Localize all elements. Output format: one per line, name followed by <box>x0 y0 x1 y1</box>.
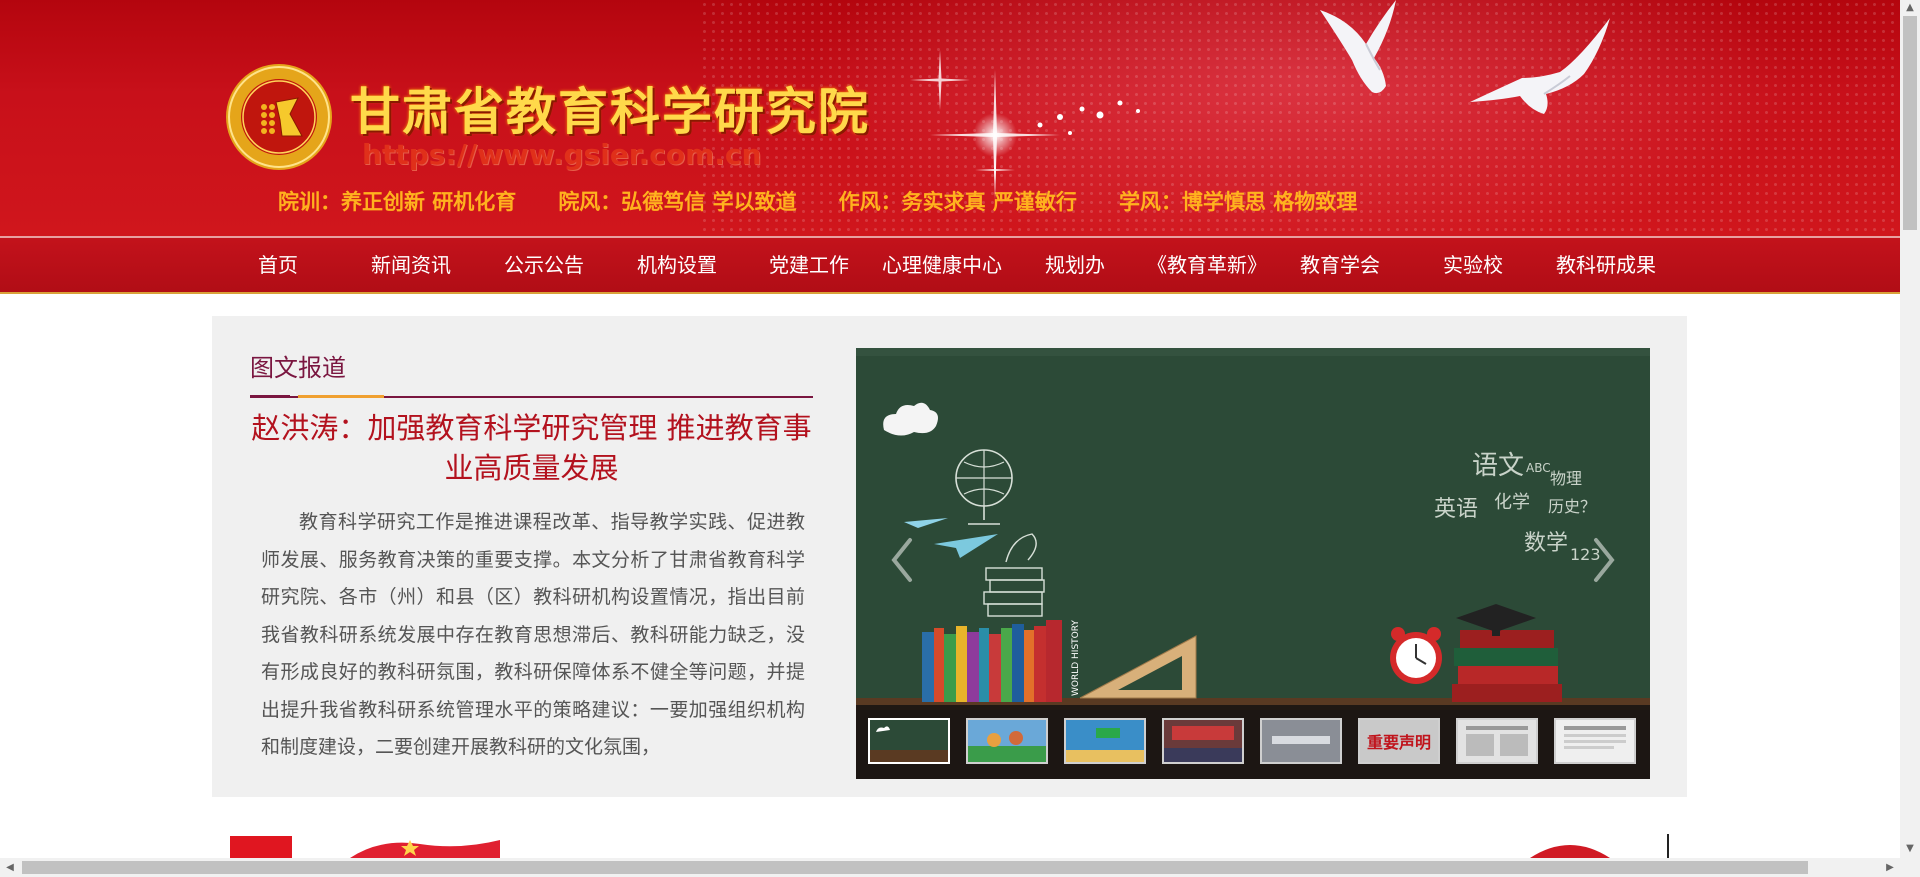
main-nav: 首页 新闻资讯 公示公告 机构设置 党建工作 心理健康中心 规划办 《教育革新》… <box>0 236 1900 294</box>
slide-word: 语文 <box>1472 451 1524 481</box>
flag-decoration-icon <box>350 840 500 858</box>
slider-thumbnail[interactable] <box>1554 718 1636 764</box>
slide-word: 物理 <box>1550 469 1582 488</box>
image-slider[interactable]: 语文 英语 化学 数学 历史？ 物理 123 ABC WORLD HISTORY <box>856 348 1650 779</box>
slider-thumbnail[interactable] <box>966 718 1048 764</box>
motto-yuanfeng: 院风：弘德笃信 学以致道 <box>558 190 797 214</box>
nav-notices[interactable]: 公示公告 <box>478 238 610 292</box>
section-title[interactable]: 图文报道 <box>250 348 346 383</box>
motto-row: 院训：养正创新 研机化育 院风：弘德笃信 学以致道 作风：务实求真 严谨敏行 学… <box>278 186 1357 216</box>
site-url: https://www.gsier.com.cn <box>362 138 762 171</box>
nav-research-results[interactable]: 教科研成果 <box>1540 238 1672 292</box>
slide-word: 历史？ <box>1548 497 1596 516</box>
scroll-left-icon[interactable]: ◀ <box>2 860 18 876</box>
nav-education-innovation[interactable]: 《教育革新》 <box>1141 238 1273 292</box>
banner-preview-block <box>230 836 292 858</box>
slider-thumbnail[interactable] <box>1260 718 1342 764</box>
vertical-scrollbar[interactable]: ▲ ▼ <box>1900 0 1920 877</box>
article-title[interactable]: 赵洪涛：加强教育科学研究管理 推进教育事业高质量发展 <box>250 408 813 488</box>
sparkle-icon <box>910 50 970 110</box>
text-cursor-divider <box>1667 834 1669 858</box>
nav-planning-office[interactable]: 规划办 <box>1009 238 1141 292</box>
institute-seal-logo[interactable] <box>224 62 334 172</box>
nav-mental-health[interactable]: 心理健康中心 <box>876 238 1008 292</box>
horizontal-scroll-thumb[interactable] <box>22 861 1808 874</box>
nav-news[interactable]: 新闻资讯 <box>345 238 477 292</box>
dove-icon <box>1320 0 1396 94</box>
article-summary: 教育科学研究工作是推进课程改革、指导教学实践、促进教师发展、服务教育决策的重要支… <box>261 511 805 758</box>
section-divider-accent <box>298 395 384 398</box>
chevron-left-icon[interactable] <box>882 530 922 590</box>
slide-word: ABC <box>1526 461 1551 475</box>
nav-party-work[interactable]: 党建工作 <box>743 238 875 292</box>
active-thumb-caret <box>903 718 919 720</box>
chevron-right-icon[interactable] <box>1584 530 1624 590</box>
scroll-right-icon[interactable]: ▶ <box>1882 860 1898 876</box>
motto-yuanxun: 院训：养正创新 研机化育 <box>278 190 517 214</box>
slide-word: 英语 <box>1434 497 1478 522</box>
slider-thumbnail[interactable]: 重要声明 <box>1358 718 1440 764</box>
nav-organization[interactable]: 机构设置 <box>611 238 743 292</box>
slider-thumbnail[interactable] <box>1456 718 1538 764</box>
thumb-notice-text: 重要声明 <box>1367 733 1431 752</box>
scroll-up-icon[interactable]: ▲ <box>1902 0 1918 16</box>
horizontal-scrollbar[interactable]: ◀ ▶ <box>0 858 1900 877</box>
sparkle-icon <box>1037 100 1140 135</box>
header-banner: 甘肃省教育科学研究院 https://www.gsier.com.cn 院训：养… <box>0 0 1900 236</box>
nav-home[interactable]: 首页 <box>212 238 344 292</box>
nav-education-society[interactable]: 教育学会 <box>1274 238 1406 292</box>
slider-thumbnail[interactable] <box>1064 718 1146 764</box>
feature-panel: 图文报道 赵洪涛：加强教育科学研究管理 推进教育事业高质量发展 教育科学研究工作… <box>212 316 1687 797</box>
section-divider-accent <box>250 395 290 398</box>
motto-xuefeng: 学风：博学慎思 格物致理 <box>1118 190 1358 214</box>
slider-thumbnail-bar: 重要声明 <box>856 705 1650 779</box>
next-section-preview <box>0 830 1900 858</box>
book-spine-text: WORLD HISTORY <box>1071 620 1081 696</box>
slide-word: 数学 <box>1524 531 1568 556</box>
sparkle-icon <box>975 150 1015 190</box>
slider-thumbnail[interactable] <box>1162 718 1244 764</box>
vertical-scroll-thumb[interactable] <box>1903 16 1917 230</box>
scroll-down-icon[interactable]: ▼ <box>1902 841 1918 857</box>
slide-word: 化学 <box>1494 492 1530 513</box>
emblem-decoration-icon <box>1530 845 1610 858</box>
slider-thumbnail[interactable] <box>868 718 950 764</box>
site-title: 甘肃省教育科学研究院 <box>350 83 870 141</box>
nav-experimental-schools[interactable]: 实验校 <box>1407 238 1539 292</box>
dove-icon <box>1470 18 1610 114</box>
